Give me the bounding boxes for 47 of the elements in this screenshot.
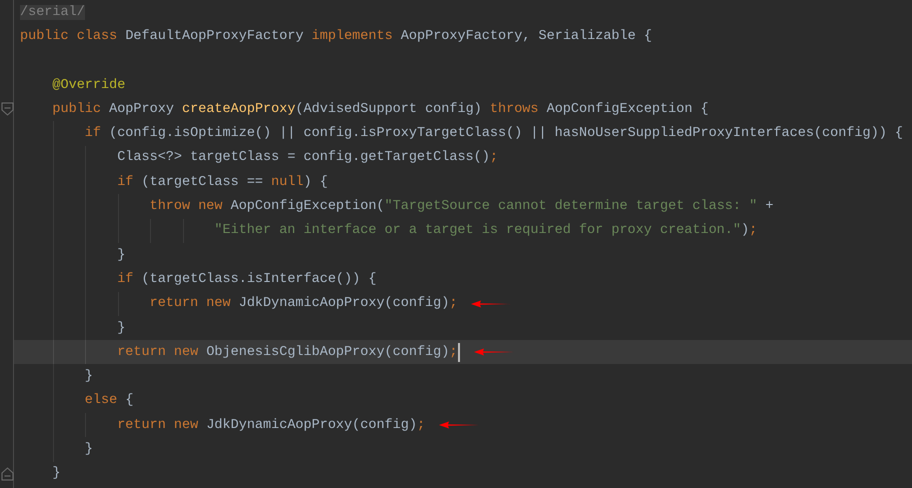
code-text: Class<?> targetClass = config.getTargetClass()	[117, 150, 490, 166]
keyword-text: return new	[117, 344, 200, 360]
method-name: createAopProxy	[182, 102, 296, 117]
code-text: }	[117, 320, 126, 336]
keyword-text: public	[52, 102, 102, 117]
keyword-text: ;	[449, 344, 458, 360]
keyword-text: throws	[490, 102, 540, 117]
code-text: AopConfigException(	[230, 199, 385, 214]
code-text: (targetClass.isInterface()) {	[142, 272, 376, 287]
keyword-text: ;	[490, 150, 498, 166]
comment-text: /serial/	[20, 4, 85, 20]
code-text: AopConfigException {	[546, 102, 709, 117]
code-text: JdkDynamicAopProxy(config)	[238, 296, 450, 312]
code-text: }	[84, 369, 93, 384]
code-text: (targetClass ==	[142, 174, 264, 190]
fold-icon[interactable]	[1, 102, 14, 116]
keyword-text: else	[84, 393, 118, 408]
keyword-text: ;	[416, 418, 426, 433]
code-text: AopProxy	[109, 102, 175, 117]
string-literal: "TargetSource cannot determine target class: "	[384, 199, 758, 214]
code-text: }	[84, 442, 93, 457]
annotation-text: @Override	[52, 78, 126, 93]
keyword-text: null	[271, 174, 304, 190]
keyword-text: ;	[749, 223, 758, 238]
keyword-text: return new	[117, 418, 200, 433]
code-text: ObjenesisCglibAopProxy(config)	[206, 344, 450, 360]
code-text: ) {	[304, 174, 328, 190]
code-text: DefaultAopProxyFactory	[125, 28, 305, 44]
code-text: AopProxyFactory, Serializable {	[400, 28, 652, 44]
keyword-text: if	[117, 272, 134, 287]
code-text: (config.isOptimize() || config.isProxyTargetClass() || hasNoUserSuppliedProxyInterfaces(config)) {	[109, 126, 904, 142]
code-text: {	[125, 393, 134, 408]
code-text: +	[764, 199, 774, 214]
code-text: )	[740, 223, 750, 238]
code-text: JdkDynamicAopProxy(config)	[206, 418, 417, 433]
keyword-text: return new	[150, 296, 232, 312]
keyword-text: if	[84, 126, 102, 142]
keyword-text: implements	[312, 28, 394, 44]
keyword-text: ;	[449, 296, 458, 312]
code-text: (AdvisedSupport config)	[295, 102, 483, 117]
keyword-text: if	[117, 174, 134, 190]
keyword-text: throw new	[150, 199, 224, 214]
code-text: }	[52, 466, 60, 482]
code-text: }	[117, 248, 126, 263]
string-literal: "Either an interface or a target is required for proxy creation."	[214, 223, 741, 238]
fold-icon[interactable]	[1, 466, 14, 481]
keyword-text: public class	[20, 28, 118, 44]
